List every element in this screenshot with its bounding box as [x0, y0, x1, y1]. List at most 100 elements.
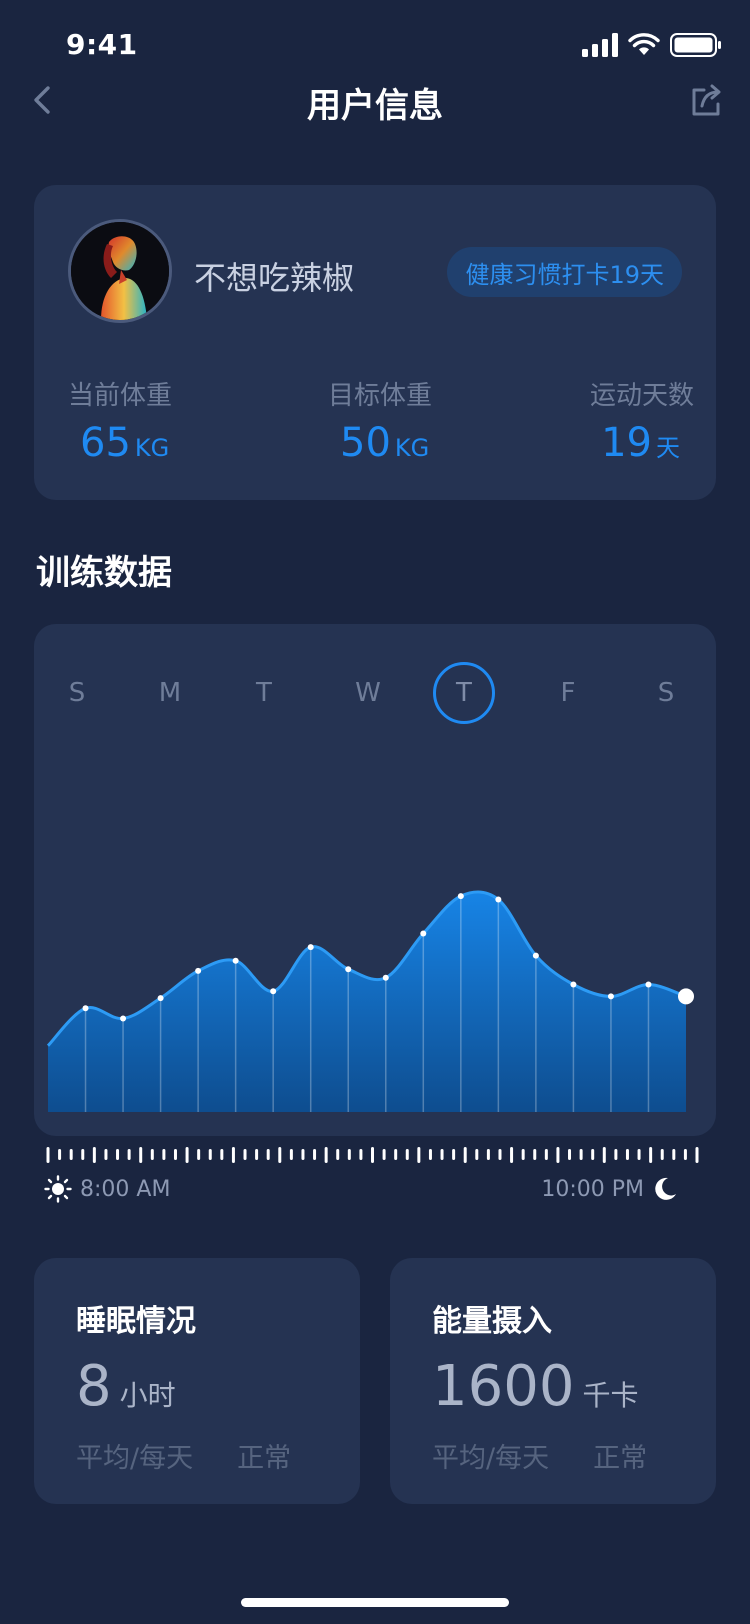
sleep-card[interactable]: 睡眠情况 8 小时 平均/每天 正常 [34, 1258, 360, 1504]
ruler-tick [336, 1149, 340, 1160]
ruler-tick [162, 1149, 166, 1160]
ruler-tick [58, 1149, 62, 1160]
stat-number: 65 [80, 420, 131, 466]
page-title: 用户信息 [307, 86, 443, 126]
ruler-tick [452, 1149, 456, 1160]
stat-unit: KG [134, 434, 170, 462]
checkin-badge[interactable]: 健康习惯打卡19天 [447, 247, 682, 297]
ruler-tick [139, 1147, 143, 1163]
start-time-label: 8:00 AM [80, 1176, 171, 1202]
chart-point [232, 957, 239, 964]
ruler-tick [231, 1147, 235, 1163]
ruler-tick [127, 1149, 131, 1160]
sun-icon [44, 1175, 72, 1203]
chart-point [120, 1015, 127, 1022]
status-icons [582, 32, 722, 58]
energy-unit: 千卡 [582, 1379, 639, 1412]
ruler-tick [313, 1149, 317, 1160]
time-ruler[interactable] [0, 1140, 750, 1170]
ruler-tick [278, 1147, 282, 1163]
ruler-tick [104, 1149, 108, 1160]
share-icon[interactable] [688, 80, 724, 120]
ruler-tick [625, 1149, 629, 1160]
home-indicator[interactable] [241, 1598, 509, 1607]
energy-card[interactable]: 能量摄入 1600 千卡 平均/每天 正常 [390, 1258, 716, 1504]
start-time: 8:00 AM [44, 1172, 170, 1206]
ruler-tick [405, 1149, 409, 1160]
energy-period: 平均/每天 [432, 1443, 550, 1474]
stat-unit: 天 [656, 434, 680, 462]
chart-point [495, 896, 502, 903]
chart-point [607, 993, 614, 1000]
ruler-tick [92, 1147, 96, 1163]
sleep-number: 8 [76, 1354, 112, 1419]
ruler-tick [150, 1149, 154, 1160]
ruler-tick [208, 1149, 212, 1160]
training-chart [46, 890, 694, 1112]
ruler-tick [602, 1147, 606, 1163]
ruler-tick [486, 1149, 490, 1160]
ruler-tick [498, 1149, 502, 1160]
ruler-tick [475, 1149, 479, 1160]
ruler-tick [81, 1149, 85, 1160]
chart-area [48, 891, 686, 1112]
section-title: 训练数据 [36, 553, 172, 593]
stat-label: 当前体重 [68, 381, 173, 411]
stat-value: 50 KG [328, 420, 528, 466]
ruler-tick [649, 1147, 653, 1163]
sleep-value: 8 小时 [76, 1354, 176, 1419]
ruler-tick [568, 1149, 572, 1160]
ruler-tick [382, 1149, 386, 1160]
status-time: 9:41 [66, 28, 138, 61]
ruler-tick [544, 1149, 548, 1160]
target-weight-stat: 目标体重 50 KG [328, 375, 528, 466]
chart-current-point[interactable] [678, 988, 694, 1005]
exercise-days-stat: 运动天数 19 天 [574, 375, 694, 466]
sleep-title: 睡眠情况 [76, 1304, 196, 1339]
ruler-tick [371, 1147, 374, 1163]
sleep-status: 正常 [237, 1443, 292, 1474]
ruler-tick [672, 1149, 676, 1160]
ruler-tick [46, 1147, 50, 1163]
ruler-tick [197, 1149, 201, 1160]
ruler-tick [394, 1149, 398, 1160]
ruler-tick [637, 1149, 641, 1160]
chart-point [270, 988, 277, 995]
ruler-tick [185, 1147, 189, 1163]
ruler-tick [463, 1147, 467, 1163]
profile-card: 不想吃辣椒 健康习惯打卡19天 当前体重 65 KG 目标体重 50 KG 运动天数… [34, 185, 716, 500]
ruler-tick [556, 1147, 560, 1163]
ruler-tick [301, 1149, 305, 1160]
chart-point [345, 966, 352, 973]
stat-unit: KG [394, 434, 430, 462]
ruler-tick [428, 1149, 432, 1160]
ruler-tick [116, 1149, 120, 1160]
avatar[interactable] [68, 219, 172, 323]
sleep-unit: 小时 [119, 1379, 176, 1412]
username: 不想吃辣椒 [194, 259, 355, 297]
ruler-tick [591, 1149, 595, 1160]
ruler-tick [695, 1147, 699, 1163]
ruler-tick [173, 1149, 177, 1160]
stat-number: 19 [601, 420, 652, 466]
chart-point [570, 981, 577, 988]
sleep-period: 平均/每天 [76, 1443, 194, 1474]
ruler-tick [521, 1149, 525, 1160]
ruler-tick [255, 1149, 259, 1160]
stat-label: 目标体重 [328, 381, 433, 411]
wifi-icon [628, 33, 660, 55]
battery-icon [670, 33, 721, 57]
ruler-tick [579, 1149, 583, 1160]
end-time-label: 10:00 PM [541, 1176, 644, 1202]
energy-title: 能量摄入 [432, 1304, 552, 1339]
ruler-tick [614, 1149, 618, 1160]
chart-point [420, 930, 427, 937]
stat-label: 运动天数 [589, 381, 694, 411]
sleep-footer: 平均/每天 正常 [76, 1436, 335, 1475]
chart-point [157, 995, 164, 1002]
chart-point [457, 893, 464, 900]
energy-status: 正常 [593, 1443, 648, 1474]
ruler-tick [510, 1147, 514, 1163]
ruler-tick [359, 1149, 363, 1160]
ruler-tick [417, 1147, 421, 1163]
